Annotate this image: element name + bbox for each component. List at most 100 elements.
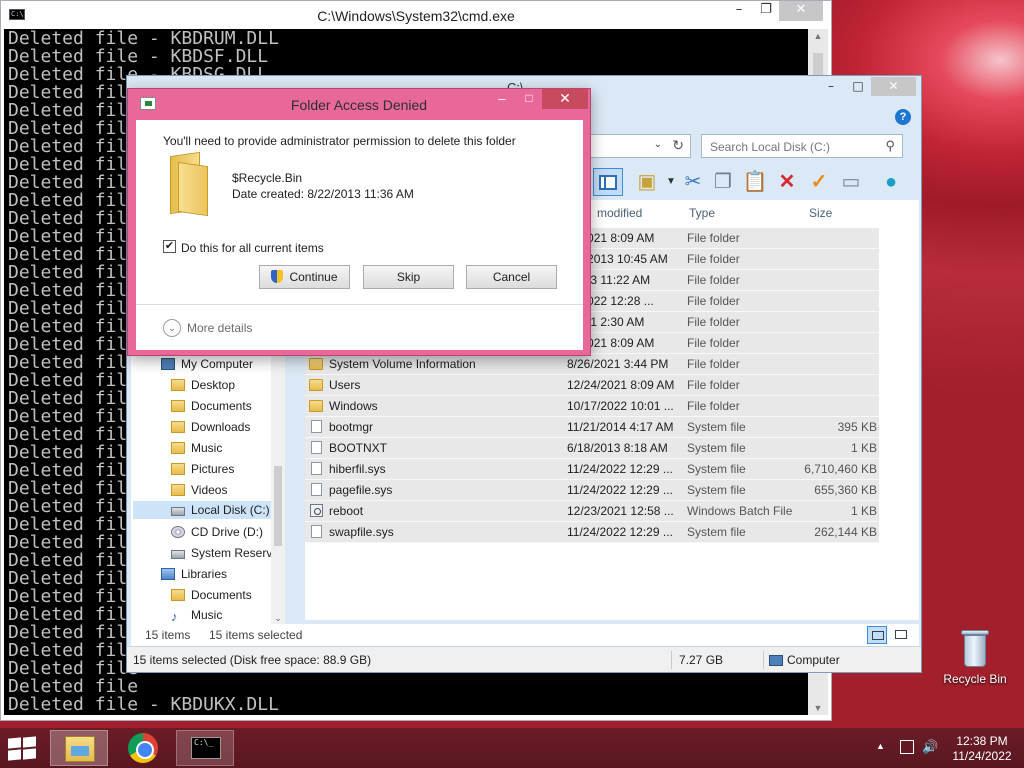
- nav-item-documents[interactable]: Documents: [171, 399, 252, 413]
- recycle-bin-shortcut[interactable]: Recycle Bin: [940, 628, 1010, 686]
- globe-icon[interactable]: ●: [877, 168, 905, 196]
- file-row[interactable]: BOOTNXT 6/18/2013 8:18 AM System file 1 KB: [305, 438, 879, 459]
- file-size: 1 KB: [850, 441, 877, 455]
- file-row[interactable]: Users 12/24/2021 8:09 AM File folder: [305, 375, 879, 396]
- console-line: Deleted file - KBDUKX.DLL: [8, 694, 279, 715]
- nav-item-music[interactable]: Music: [171, 441, 222, 455]
- continue-button[interactable]: Continue: [259, 265, 350, 289]
- refresh-icon[interactable]: ↻: [672, 137, 684, 154]
- file-type: File folder: [687, 294, 740, 308]
- explorer-minimize-button[interactable]: –: [817, 77, 845, 96]
- folder-icon: [171, 484, 185, 496]
- taskbar-cmd[interactable]: C:\_: [176, 730, 234, 766]
- column-header-size[interactable]: Size: [809, 206, 832, 220]
- folder-icon: [171, 442, 185, 454]
- delete-icon[interactable]: ✕: [773, 168, 801, 196]
- nav-item-videos[interactable]: Videos: [171, 483, 227, 497]
- folder-icon: [171, 400, 185, 412]
- copy-icon[interactable]: ❐: [709, 168, 737, 196]
- toolbar: ▣ ▼ ✂ ❐ 📋 ✕ ✓ ▭ ●: [593, 166, 919, 200]
- search-placeholder: Search Local Disk (C:): [710, 140, 831, 154]
- search-input[interactable]: Search Local Disk (C:) ⚲: [701, 134, 903, 158]
- taskbar-clock[interactable]: 12:38 PM 11/24/2022: [946, 734, 1018, 764]
- expand-details-icon[interactable]: ⌄: [163, 319, 181, 337]
- network-icon[interactable]: [900, 740, 914, 754]
- chevron-down-icon[interactable]: ⌄: [654, 139, 662, 150]
- dialog-minimize-button[interactable]: –: [488, 91, 516, 106]
- taskbar-chrome[interactable]: [114, 730, 172, 766]
- taskbar-file-explorer[interactable]: [50, 730, 108, 766]
- file-name: swapfile.sys: [329, 525, 394, 539]
- volume-icon[interactable]: 🔊: [922, 739, 938, 755]
- details-view-icon: [872, 631, 884, 640]
- clock-date: 11/24/2022: [952, 749, 1012, 763]
- folder-access-denied-dialog[interactable]: Folder Access Denied – □ ✕ You'll need t…: [127, 88, 591, 356]
- dialog-close-button[interactable]: ✕: [542, 89, 588, 109]
- nav-label: Downloads: [191, 420, 251, 434]
- folder-name: $Recycle.Bin: [232, 171, 303, 185]
- preview-pane-icon: [599, 175, 617, 190]
- nav-item-cd-drive[interactable]: CD Drive (D:): [171, 525, 263, 539]
- column-header-date[interactable]: modified: [597, 206, 642, 220]
- file-row[interactable]: swapfile.sys 11/24/2022 12:29 ... System f…: [305, 522, 879, 543]
- cmd-titlebar[interactable]: C:\ C:\Windows\System32\cmd.exe – ❐ ✕: [1, 1, 831, 29]
- cut-icon[interactable]: ✂: [679, 168, 707, 196]
- file-row[interactable]: hiberfil.sys 11/24/2022 12:29 ... System f…: [305, 459, 879, 480]
- nav-item-library-documents[interactable]: Documents: [171, 588, 252, 602]
- more-details-link[interactable]: More details: [187, 321, 252, 335]
- dialog-divider: [136, 304, 583, 305]
- explorer-close-button[interactable]: ✕: [871, 77, 916, 96]
- nav-item-libraries[interactable]: Libraries: [161, 567, 227, 581]
- explorer-maximize-button[interactable]: □: [845, 77, 871, 96]
- search-icon[interactable]: ⚲: [885, 138, 895, 154]
- windows-logo-pane: [23, 736, 36, 748]
- file-row[interactable]: reboot 12/23/2021 12:58 ... Windows Batch …: [305, 501, 879, 522]
- details-view-button[interactable]: [867, 626, 887, 644]
- column-header-type[interactable]: Type: [689, 206, 715, 220]
- file-row[interactable]: bootmgr 11/21/2014 4:17 AM System file 395 …: [305, 417, 879, 438]
- nav-label: Videos: [191, 483, 228, 497]
- nav-scrollbar[interactable]: ⌄: [271, 346, 285, 624]
- cmd-minimize-button[interactable]: –: [725, 1, 753, 21]
- nav-label: Documents: [191, 399, 252, 413]
- help-icon[interactable]: ?: [895, 109, 911, 125]
- checkmark-icon[interactable]: ✓: [805, 168, 833, 196]
- file-type: File folder: [687, 273, 740, 287]
- dialog-maximize-button[interactable]: □: [516, 91, 542, 105]
- scroll-down-icon[interactable]: ⌄: [271, 613, 285, 624]
- nav-item-system-reserved[interactable]: System Reserve: [171, 546, 279, 560]
- recycle-bin-label: Recycle Bin: [943, 672, 1007, 686]
- preview-pane-button[interactable]: [593, 168, 623, 196]
- nav-item-desktop[interactable]: Desktop: [171, 378, 235, 392]
- show-hidden-icons-icon[interactable]: ▲: [876, 741, 885, 751]
- nav-item-local-disk[interactable]: Local Disk (C:): [133, 501, 271, 519]
- cmd-maximize-button[interactable]: ❐: [753, 1, 779, 21]
- nav-item-downloads[interactable]: Downloads: [171, 420, 250, 434]
- scroll-up-icon[interactable]: ▲: [808, 31, 828, 41]
- file-row[interactable]: Windows 10/17/2022 10:01 ... File folder: [305, 396, 879, 417]
- folder-icon: [171, 589, 185, 601]
- large-icons-view-button[interactable]: [891, 626, 911, 644]
- nav-scrollbar-thumb[interactable]: [274, 466, 282, 546]
- file-type: File folder: [687, 315, 740, 329]
- skip-button[interactable]: Skip: [363, 265, 454, 289]
- scroll-down-icon[interactable]: ▼: [808, 703, 828, 713]
- nav-item-my-computer[interactable]: My Computer: [161, 357, 253, 371]
- batch-file-icon: [310, 504, 323, 517]
- dialog-message: You'll need to provide administrator per…: [163, 134, 516, 148]
- nav-item-library-music[interactable]: ♪ Music: [171, 608, 222, 625]
- rename-icon[interactable]: ▭: [837, 168, 865, 196]
- folder-icon: [171, 421, 185, 433]
- cmd-close-button[interactable]: ✕: [779, 1, 823, 21]
- status-location: Computer: [769, 653, 840, 667]
- folder-icon: [171, 379, 185, 391]
- file-row[interactable]: pagefile.sys 11/24/2022 12:29 ... System f…: [305, 480, 879, 501]
- do-for-all-label[interactable]: Do this for all current items: [181, 241, 324, 255]
- start-button[interactable]: [8, 736, 38, 761]
- file-row[interactable]: System Volume Information 8/26/2021 3:44 …: [305, 354, 879, 375]
- file-explorer-icon: [65, 736, 95, 762]
- paste-icon[interactable]: 📋: [741, 168, 769, 196]
- cancel-button[interactable]: Cancel: [466, 265, 557, 289]
- do-for-all-checkbox[interactable]: ✔: [163, 240, 176, 253]
- nav-item-pictures[interactable]: Pictures: [171, 462, 234, 476]
